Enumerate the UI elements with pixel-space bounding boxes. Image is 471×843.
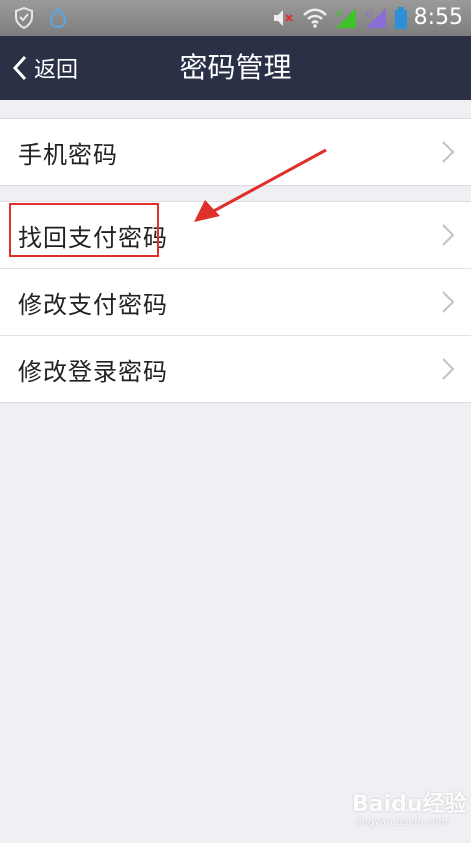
annotation-arrow-icon bbox=[194, 148, 327, 222]
chevron-right-icon bbox=[442, 358, 455, 380]
watermark-url: jingyan.baidu.com bbox=[356, 817, 449, 828]
watermark-logo: Baidu经验 bbox=[352, 792, 467, 817]
menu-item-change-login-password[interactable]: 修改登录密码 bbox=[0, 335, 471, 402]
menu-item-label: 修改登录密码 bbox=[18, 357, 168, 386]
